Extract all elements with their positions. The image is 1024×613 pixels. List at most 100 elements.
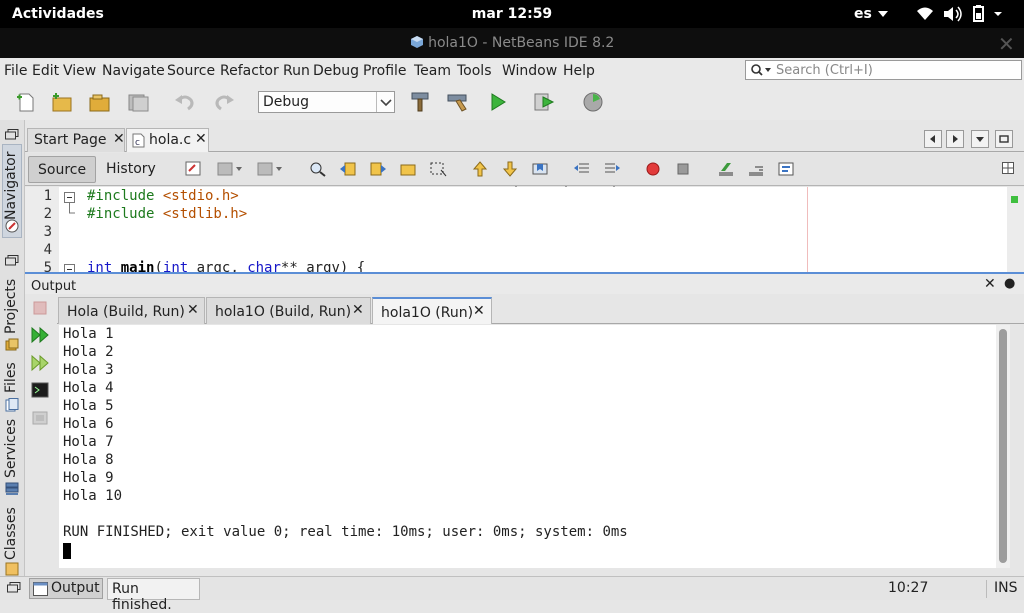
- restore-window-icon[interactable]: [5, 255, 19, 266]
- rerun-icon[interactable]: [30, 326, 50, 344]
- close-window-icon[interactable]: ✕: [998, 32, 1015, 56]
- tab-hola10-build-run[interactable]: hola1O (Build, Run) ✕: [206, 297, 371, 324]
- show-opened-documents-button[interactable]: [971, 130, 989, 148]
- close-output-icon[interactable]: ✕: [984, 276, 996, 292]
- back-icon[interactable]: [217, 161, 243, 177]
- output-settings-icon[interactable]: [31, 410, 49, 426]
- output-button-label: Output: [51, 580, 100, 596]
- source-view-button[interactable]: Source: [28, 156, 97, 183]
- restore-window-icon[interactable]: [5, 129, 19, 140]
- sidebar-tab-classes[interactable]: Classes: [3, 507, 19, 560]
- history-view-button[interactable]: History: [97, 156, 165, 183]
- menu-debug[interactable]: Debug: [313, 63, 359, 79]
- restore-window-icon[interactable]: [7, 582, 21, 593]
- c-source-file-icon: c: [132, 133, 145, 148]
- find-icon[interactable]: [309, 161, 327, 177]
- tab-hola-build-run[interactable]: Hola (Build, Run) ✕: [58, 297, 205, 324]
- configuration-select[interactable]: Debug: [258, 91, 395, 113]
- output-minimized-button[interactable]: Output: [29, 578, 103, 599]
- new-file-icon[interactable]: [14, 91, 38, 113]
- search-placeholder: Search (Ctrl+I): [776, 63, 873, 78]
- profile-icon[interactable]: [581, 91, 605, 113]
- tab-hola-c[interactable]: c hola.c ✕: [126, 128, 209, 152]
- find-next-icon[interactable]: [369, 161, 387, 177]
- previous-bookmark-icon[interactable]: [471, 161, 489, 177]
- uncomment-icon[interactable]: [747, 161, 765, 177]
- forward-icon[interactable]: [257, 161, 283, 177]
- code-editor[interactable]: #include <stdio.h> #include <stdlib.h> i…: [59, 187, 1007, 272]
- redo-icon[interactable]: [212, 91, 236, 113]
- fold-collapse-icon[interactable]: [64, 192, 75, 203]
- menu-view[interactable]: View: [63, 63, 96, 79]
- output-console[interactable]: Hola 1 Hola 2 Hola 3 Hola 4 Hola 5 Hola …: [59, 325, 996, 568]
- stop-icon[interactable]: [32, 300, 48, 316]
- menu-help[interactable]: Help: [563, 63, 595, 79]
- rerun-with-arguments-icon[interactable]: [30, 354, 50, 372]
- close-tab-icon[interactable]: ✕: [195, 131, 207, 147]
- sidebar-tab-files[interactable]: Files: [3, 362, 19, 393]
- fold-collapse-icon[interactable]: [64, 264, 75, 272]
- menu-run[interactable]: Run: [283, 63, 310, 79]
- build-icon[interactable]: [408, 91, 432, 113]
- minimize-output-icon[interactable]: ●: [1004, 276, 1015, 291]
- scrollbar-thumb[interactable]: [999, 329, 1007, 563]
- divider: [986, 580, 987, 598]
- clean-build-icon[interactable]: [446, 91, 470, 113]
- toggle-bookmark-icon[interactable]: [531, 161, 549, 177]
- close-tab-icon[interactable]: ✕: [352, 302, 364, 318]
- close-tab-icon[interactable]: ✕: [473, 303, 485, 319]
- maximize-window-button[interactable]: [995, 130, 1013, 148]
- menu-window[interactable]: Window: [502, 63, 557, 79]
- undo-icon[interactable]: [173, 91, 197, 113]
- sidebar-tab-services[interactable]: Services: [3, 419, 19, 478]
- wifi-volume-battery-icons: [917, 5, 1002, 22]
- split-editor-icon[interactable]: [1002, 162, 1014, 174]
- caret-position: 10:27: [888, 580, 929, 596]
- window-title-text: hola1O - NetBeans IDE 8.2: [428, 35, 615, 51]
- menu-profile[interactable]: Profile: [363, 63, 407, 79]
- tab-hola10-run[interactable]: hola1O (Run) ✕: [372, 297, 492, 324]
- terminal-icon[interactable]: [31, 382, 49, 398]
- close-tab-icon[interactable]: ✕: [113, 131, 125, 147]
- rectangular-selection-icon[interactable]: [429, 161, 447, 177]
- format-icon[interactable]: [777, 161, 795, 177]
- chevron-down-icon: [877, 11, 888, 17]
- menu-refactor[interactable]: Refactor: [220, 63, 279, 79]
- comment-icon[interactable]: [717, 161, 735, 177]
- menu-file[interactable]: File: [4, 63, 27, 79]
- shift-right-icon[interactable]: [603, 161, 621, 177]
- close-tab-icon[interactable]: ✕: [187, 302, 199, 318]
- save-all-icon[interactable]: [126, 91, 150, 113]
- shift-left-icon[interactable]: [573, 161, 591, 177]
- language-selector[interactable]: es: [854, 6, 888, 22]
- console-line: Hola 2: [63, 344, 114, 360]
- menu-navigate[interactable]: Navigate: [102, 63, 165, 79]
- debug-icon[interactable]: [533, 91, 557, 113]
- menu-tools[interactable]: Tools: [457, 63, 492, 79]
- insert-mode[interactable]: INS: [994, 580, 1018, 596]
- tab-start-page[interactable]: Start Page ✕: [27, 128, 125, 152]
- scroll-tabs-right-button[interactable]: [946, 130, 964, 148]
- system-status-icons[interactable]: [916, 5, 1016, 27]
- menu-team[interactable]: Team: [414, 63, 451, 79]
- last-edit-icon[interactable]: [185, 161, 203, 177]
- run-icon[interactable]: [486, 91, 510, 113]
- start-macro-recording-icon[interactable]: [645, 161, 661, 177]
- menu-edit[interactable]: Edit: [32, 63, 59, 79]
- next-bookmark-icon[interactable]: [501, 161, 519, 177]
- find-previous-icon[interactable]: [339, 161, 357, 177]
- stop-macro-recording-icon[interactable]: [675, 161, 691, 177]
- open-project-icon[interactable]: [88, 91, 112, 113]
- scroll-tabs-left-button[interactable]: [924, 130, 942, 148]
- menu-source[interactable]: Source: [167, 63, 215, 79]
- error-stripe: [1007, 187, 1024, 272]
- window-title-bar: hola1O - NetBeans IDE 8.2 ✕: [0, 28, 1024, 58]
- new-project-icon[interactable]: [50, 91, 74, 113]
- sidebar-tab-projects[interactable]: Projects: [3, 279, 19, 334]
- toggle-highlight-icon[interactable]: [399, 161, 417, 177]
- search-input[interactable]: Search (Ctrl+I): [745, 60, 1022, 80]
- console-scrollbar[interactable]: [996, 325, 1010, 568]
- editor-toolbar: Source History: [25, 153, 1024, 186]
- sidebar-tab-navigator[interactable]: Navigator: [3, 151, 19, 220]
- output-window-title: Output: [31, 279, 77, 294]
